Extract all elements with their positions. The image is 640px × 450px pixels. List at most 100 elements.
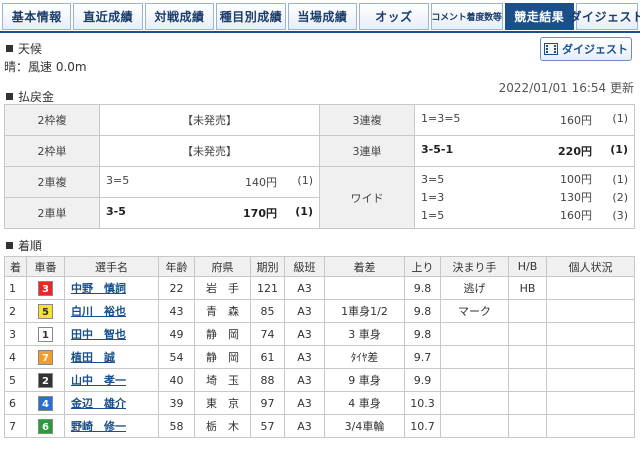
column-header: 上り <box>404 256 441 277</box>
payout-label: 3連単 <box>319 135 415 167</box>
wide-cell: 3=5 100円 (1) 1=3 130円 (2) 1=5 160円 (3) <box>414 166 635 229</box>
payout-popularity: (1) <box>612 112 628 125</box>
car-number-badge: 4 <box>38 395 53 411</box>
car-number-badge: 1 <box>38 326 53 342</box>
payout-label: 2枠複 <box>4 104 100 136</box>
margin-cell: ﾀｲﾔ差 <box>324 345 405 369</box>
payout-table: 2枠複 【未発売】 3連複 1=3=5 160円 (1) 2枠単 【未発売】 3… <box>4 104 635 229</box>
winning-move-cell <box>440 368 509 392</box>
payout-value: 【未発売】 <box>99 135 320 167</box>
payout-row: 2枠複 【未発売】 3連複 1=3=5 160円 (1) <box>4 104 635 136</box>
tab-4[interactable]: 種目別成績 <box>216 3 286 30</box>
payout-popularity: (1) <box>610 143 628 156</box>
payout-popularity: (1) <box>612 172 628 186</box>
payout-combo: 3-5 <box>106 205 126 218</box>
age-cell: 43 <box>158 299 195 323</box>
digest-button[interactable]: ダイジェスト <box>540 37 632 61</box>
payout-cell: 3-5 170円 (1) <box>99 197 320 229</box>
racer-name-link[interactable]: 白川 裕也 <box>71 305 126 318</box>
status-cell <box>546 299 635 323</box>
payout-amount: 130円 <box>560 190 592 204</box>
payout-combo: 3=5 <box>106 174 130 187</box>
racer-name-link[interactable]: 金辺 雄介 <box>71 397 126 410</box>
payout-heading: 払戻金 <box>6 88 54 105</box>
racer-name-cell: 田中 智也 <box>64 322 159 346</box>
car-number-badge: 5 <box>38 303 53 319</box>
racer-name-link[interactable]: 中野 慎詞 <box>71 282 126 295</box>
age-cell: 39 <box>158 391 195 415</box>
car-number-badge: 3 <box>38 280 53 296</box>
results-heading: 着順 <box>6 237 42 254</box>
last-lap-cell: 10.7 <box>404 414 441 438</box>
payout-popularity: (3) <box>612 208 628 222</box>
column-header: 決まり手 <box>440 256 509 277</box>
racer-name-link[interactable]: 植田 誠 <box>71 351 115 364</box>
tab-3[interactable]: 対戦成績 <box>144 3 215 30</box>
rank-cell: 2 <box>4 299 27 323</box>
racer-name-link[interactable]: 田中 智也 <box>71 328 126 341</box>
rank-cell: 1 <box>4 276 27 300</box>
racer-name-link[interactable]: 山中 孝一 <box>71 374 126 387</box>
hb-cell <box>508 322 547 346</box>
term-cell: 85 <box>250 299 285 323</box>
column-header: 級班 <box>284 256 325 277</box>
tab-7[interactable]: コメント着度数等 <box>430 3 503 30</box>
winning-move-cell: マーク <box>440 299 509 323</box>
margin-cell: 3/4車輪 <box>324 414 405 438</box>
car-number-cell: 4 <box>26 391 65 415</box>
racer-name-cell: 野崎 修一 <box>64 414 159 438</box>
tab-9[interactable]: ダイジェスト <box>569 3 640 30</box>
results-heading-label: 着順 <box>18 239 43 253</box>
car-number-badge: 7 <box>38 349 53 365</box>
wide-row: 3=5 100円 (1) <box>421 173 628 187</box>
payout-label: ワイド <box>319 166 415 229</box>
table-row: 3 1 田中 智也 49 静 岡 74 A3 3 車身 9.8 <box>4 322 635 346</box>
racer-name-link[interactable]: 野崎 修一 <box>71 420 126 433</box>
last-lap-cell: 9.7 <box>404 345 441 369</box>
rank-cell: 7 <box>4 414 27 438</box>
column-header: 選手名 <box>64 256 159 277</box>
column-header: H/B <box>508 256 547 277</box>
class-cell: A3 <box>284 322 325 346</box>
payout-amount: 220円 <box>558 145 592 158</box>
car-number-cell: 1 <box>26 322 65 346</box>
results-table: 着車番 選手名 年齢 府県 期別 級班 着差 上り 決まり手 H/B 個人状況 1 3 中野 慎詞 22 岩… <box>4 256 635 438</box>
table-row: 6 4 金辺 雄介 39 東 京 97 A3 4 車身 10.3 <box>4 391 635 415</box>
table-row: 7 6 野崎 修一 58 栃 木 57 A3 3/4車輪 10.7 <box>4 414 635 438</box>
column-header: 府県 <box>194 256 251 277</box>
term-cell: 121 <box>250 276 285 300</box>
term-cell: 61 <box>250 345 285 369</box>
tab-5[interactable]: 当場成績 <box>287 3 358 30</box>
column-header: 着 <box>4 256 27 277</box>
payout-label: 2枠単 <box>4 135 100 167</box>
car-number-cell: 6 <box>26 414 65 438</box>
weather-heading: 天候 <box>6 40 42 57</box>
wide-row: 1=3 130円 (2) <box>421 191 628 205</box>
margin-cell: 1車身1/2 <box>324 299 405 323</box>
rank-cell: 4 <box>4 345 27 369</box>
car-number-cell: 2 <box>26 368 65 392</box>
tab-1[interactable]: 基本情報 <box>2 3 72 30</box>
payout-combo: 1=3 <box>421 190 445 204</box>
wide-row: 1=5 160円 (3) <box>421 209 628 223</box>
tab-6[interactable]: オッズ <box>359 3 429 30</box>
payout-amount: 140円 <box>245 176 277 189</box>
winning-move-cell <box>440 345 509 369</box>
prefecture-cell: 岩 手 <box>194 276 251 300</box>
tab-8[interactable]: 競走結果 <box>504 3 574 30</box>
payout-popularity: (1) <box>297 174 313 187</box>
car-number-cell: 7 <box>26 345 65 369</box>
payout-heading-label: 払戻金 <box>18 90 55 104</box>
payout-label: 2車複 <box>4 166 100 198</box>
hb-cell <box>508 345 547 369</box>
tab-2[interactable]: 直近成績 <box>73 3 143 30</box>
class-cell: A3 <box>284 276 325 300</box>
margin-cell: 4 車身 <box>324 391 405 415</box>
status-cell <box>546 391 635 415</box>
margin-cell <box>324 276 405 300</box>
updated-timestamp: 2022/01/01 16:54 更新 <box>498 81 634 95</box>
margin-cell: 9 車身 <box>324 368 405 392</box>
hb-cell <box>508 299 547 323</box>
hb-cell: HB <box>508 276 547 300</box>
column-header: 着差 <box>324 256 405 277</box>
